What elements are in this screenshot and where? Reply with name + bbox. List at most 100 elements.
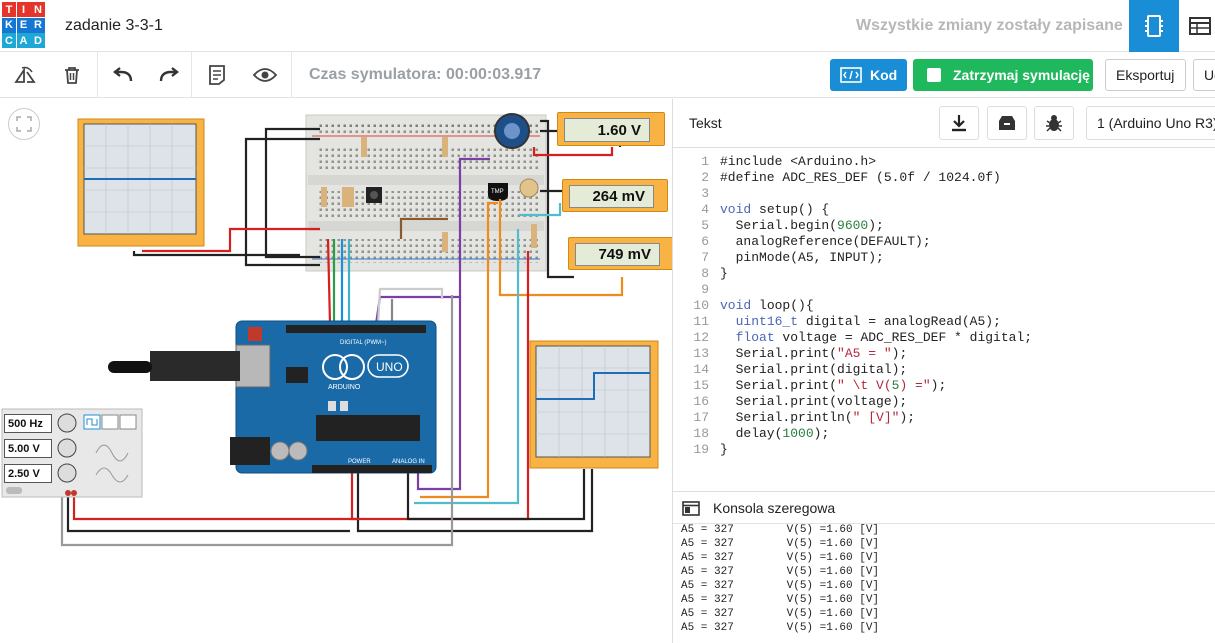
logo-letter: N <box>31 2 45 17</box>
line-number: 19 <box>693 442 709 457</box>
console-line: A5 = 327 V(5) =1.60 [V] <box>681 552 880 564</box>
serial-console-title: Konsola szeregowa <box>713 500 836 516</box>
multimeter-3-display: 749 mV <box>575 243 660 266</box>
export-button-label: Eksportuj <box>1116 67 1175 83</box>
code-line[interactable]: Serial.print(" \t V(5) ="); <box>720 378 947 394</box>
serial-console-header[interactable]: Konsola szeregowa <box>673 491 1215 524</box>
logo-letter: E <box>16 17 31 33</box>
app-header: T I N K E R C A D zadanie 3-3-1 Wszystki… <box>0 0 1215 52</box>
logo-letter: I <box>16 2 31 17</box>
multimeter-2-display: 264 mV <box>569 185 654 208</box>
project-title[interactable]: zadanie 3-3-1 <box>65 17 163 35</box>
schematic-view-button[interactable] <box>1180 0 1215 52</box>
multimeter-2[interactable]: 264 mV <box>562 179 668 212</box>
code-line[interactable]: analogReference(DEFAULT); <box>720 234 931 250</box>
save-status: Wszystkie zmiany zostały zapisane <box>856 17 1123 34</box>
line-number: 13 <box>693 346 709 361</box>
line-number: 14 <box>693 362 709 377</box>
line-number: 9 <box>701 282 709 297</box>
tinkercad-logo[interactable]: T I N K E R C A D <box>2 2 45 49</box>
stop-icon <box>927 68 941 82</box>
amplitude-display[interactable]: 5.00 V <box>4 439 52 458</box>
line-number: 5 <box>701 218 709 233</box>
console-line: A5 = 327 V(5) =1.60 [V] <box>681 594 880 606</box>
code-line[interactable]: delay(1000); <box>720 426 830 442</box>
frequency-display[interactable]: 500 Hz <box>4 414 52 433</box>
arduino-uno: UNO ARDUINO DIGITAL (PWM~) POWER ANALOG … <box>108 320 437 474</box>
resistor <box>442 137 448 157</box>
logo-letter: K <box>2 17 16 33</box>
line-number: 16 <box>693 394 709 409</box>
stop-button-label: Zatrzymaj symulację <box>953 67 1090 83</box>
share-button-label: Ud <box>1204 67 1215 83</box>
device-select-value: 1 (Arduino Uno R3) <box>1097 115 1215 131</box>
line-number: 15 <box>693 378 709 393</box>
circuit-view-button[interactable] <box>1129 0 1179 52</box>
resistor <box>342 187 348 207</box>
serial-console-output[interactable]: A5 = 327 V(5) =1.60 [V] A5 = 327 V(5) =1.… <box>673 524 1215 643</box>
rotate-icon <box>14 66 36 83</box>
libraries-button[interactable] <box>987 106 1027 140</box>
code-line[interactable]: #include <Arduino.h> <box>720 154 876 170</box>
code-line[interactable]: uint16_t digital = analogRead(A5); <box>720 314 1001 330</box>
visibility-button[interactable] <box>253 64 277 86</box>
resistor <box>442 232 448 252</box>
line-number: 6 <box>701 234 709 249</box>
code-panel-header: Tekst 1 (Arduino Uno R3) <box>673 99 1215 148</box>
console-line: A5 = 327 V(5) =1.60 [V] <box>681 566 880 578</box>
redo-button[interactable] <box>157 64 181 86</box>
code-icon <box>840 67 862 83</box>
line-number: 17 <box>693 410 709 425</box>
resistor <box>531 224 537 248</box>
resistor <box>321 187 327 207</box>
line-number: 2 <box>701 170 709 185</box>
code-panel: Tekst 1 (Arduino Uno R3) 1 #include <Ardu… <box>672 99 1215 643</box>
share-button[interactable]: Ud <box>1193 59 1215 91</box>
code-line[interactable]: Serial.print(digital); <box>720 362 908 378</box>
line-number: 3 <box>701 186 709 201</box>
photoresistor <box>519 178 539 198</box>
chip-icon <box>1145 15 1163 37</box>
line-number: 1 <box>701 154 709 169</box>
console-line: A5 = 327 V(5) =1.60 [V] <box>681 622 880 634</box>
console-icon <box>682 501 700 516</box>
resistor <box>348 187 354 207</box>
device-select[interactable]: 1 (Arduino Uno R3) <box>1086 106 1215 140</box>
code-line[interactable]: void setup() { <box>720 202 829 218</box>
download-button[interactable] <box>939 106 979 140</box>
code-button[interactable]: Kod <box>830 59 907 91</box>
library-icon <box>999 116 1015 130</box>
oscilloscope-right <box>529 340 659 469</box>
undo-button[interactable] <box>111 64 135 86</box>
board-digital-label: DIGITAL (PWM~) <box>340 340 387 346</box>
line-number: 10 <box>693 298 709 313</box>
line-number: 7 <box>701 250 709 265</box>
offset-display[interactable]: 2.50 V <box>4 464 52 483</box>
logo-letter: R <box>31 17 45 33</box>
circuit-canvas[interactable]: TMP UNO ARDUINO DIGITAL (PWM~) POWER ANA… <box>0 99 672 643</box>
stop-simulation-button[interactable]: Zatrzymaj symulację <box>913 59 1093 91</box>
code-mode-label[interactable]: Tekst <box>689 115 722 131</box>
code-line[interactable]: Serial.print("A5 = "); <box>720 346 908 362</box>
code-line[interactable]: void loop(){ <box>720 298 814 314</box>
debugger-button[interactable] <box>1034 106 1074 140</box>
line-number: 12 <box>693 330 709 345</box>
code-line[interactable]: pinMode(A5, INPUT); <box>720 250 884 266</box>
export-button[interactable]: Eksportuj <box>1105 59 1186 91</box>
code-line[interactable]: #define ADC_RES_DEF (5.0f / 1024.0f) <box>720 170 1001 186</box>
code-line[interactable]: Serial.begin(9600); <box>720 218 884 234</box>
board-power-label: POWER <box>348 459 371 465</box>
code-line[interactable]: float voltage = ADC_RES_DEF * digital; <box>720 330 1032 346</box>
notes-button[interactable] <box>205 64 229 86</box>
delete-button[interactable] <box>60 64 84 86</box>
code-line[interactable]: } <box>720 266 728 282</box>
code-line[interactable]: Serial.print(voltage); <box>720 394 908 410</box>
multimeter-1[interactable]: 1.60 V <box>557 112 665 146</box>
code-line[interactable]: Serial.println(" [V]"); <box>720 410 915 426</box>
code-line[interactable]: } <box>720 442 728 458</box>
toolbar-divider <box>191 52 192 98</box>
line-number: 4 <box>701 202 709 217</box>
rotate-button[interactable] <box>13 64 37 86</box>
multimeter-3[interactable]: 749 mV <box>568 237 672 270</box>
undo-icon <box>113 67 133 82</box>
